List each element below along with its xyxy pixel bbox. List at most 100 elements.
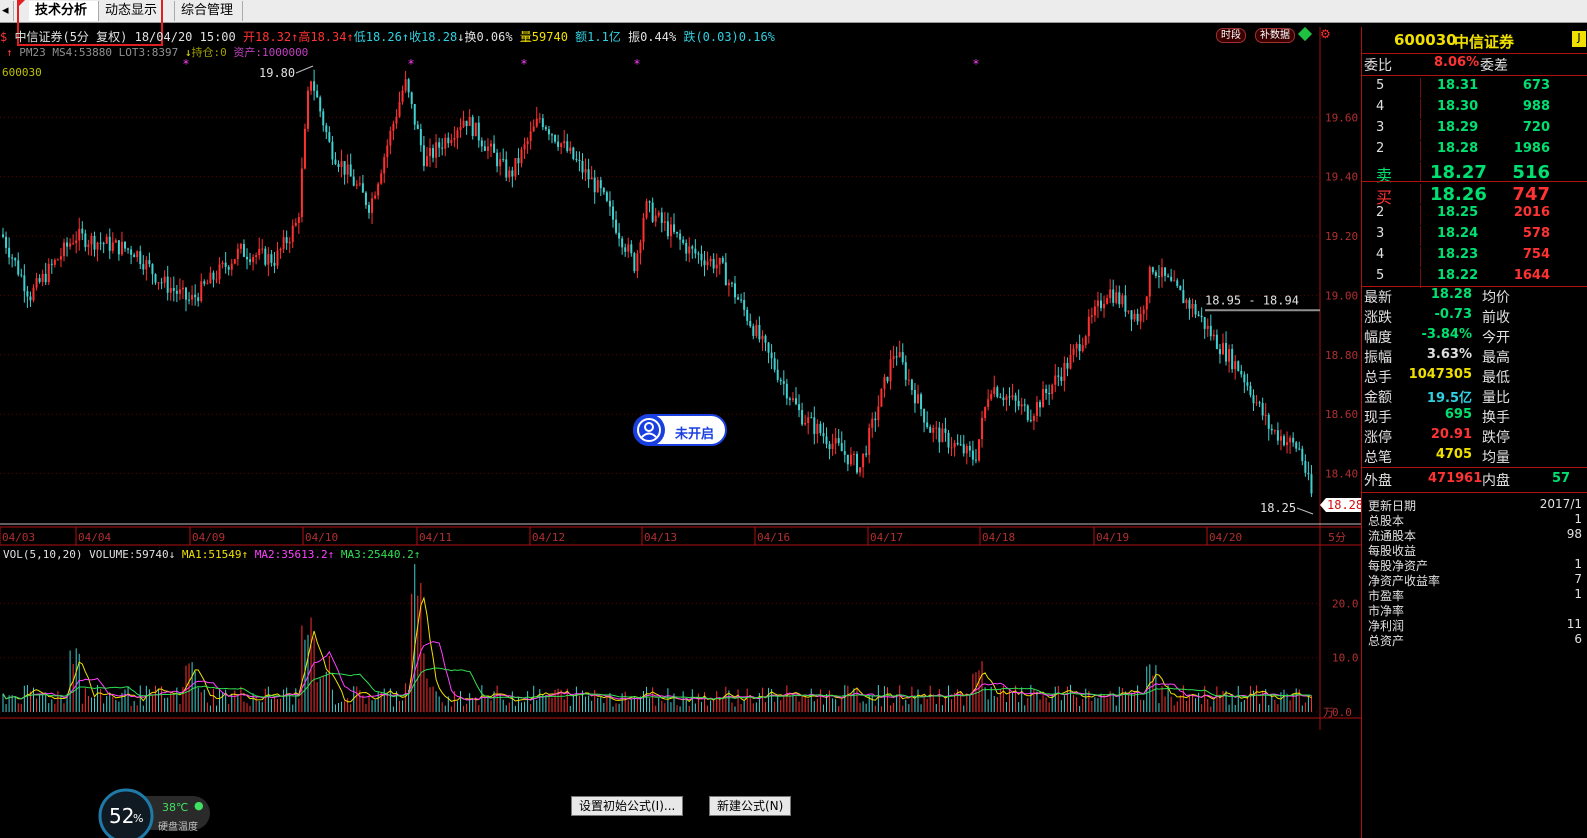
vol-series-value: 59740 xyxy=(135,548,169,561)
candle-body xyxy=(520,149,523,164)
candle-body xyxy=(535,118,538,127)
candle-body xyxy=(791,398,794,400)
candle-body xyxy=(358,183,361,185)
candle-body xyxy=(69,243,72,247)
candle-body xyxy=(938,427,941,443)
stat-row: 总手 1047305 最低 xyxy=(1362,367,1587,387)
candle-body xyxy=(660,212,663,223)
candle-body xyxy=(968,445,971,451)
cpu-value: 52 xyxy=(109,804,135,828)
buy-price: 18.24 xyxy=(1437,226,1479,241)
buy-row[interactable]: 买 18.26 747 xyxy=(1362,184,1587,207)
candle-body xyxy=(313,81,316,91)
candle-body xyxy=(249,259,252,262)
candle-body xyxy=(953,442,956,448)
candle-body xyxy=(764,335,767,343)
buy-row[interactable]: 4 18.23 754 xyxy=(1362,247,1587,267)
candle-body xyxy=(99,242,102,244)
candle-body xyxy=(825,436,828,445)
not-opened-badge[interactable]: 未开启 xyxy=(633,414,727,446)
candle-body xyxy=(1151,267,1154,273)
finance-value: 1 xyxy=(1574,557,1582,571)
candle-body xyxy=(737,297,740,300)
candle-body xyxy=(1197,314,1200,316)
candle-body xyxy=(724,262,727,286)
candle-body xyxy=(203,281,206,284)
candle-body xyxy=(645,201,648,218)
finance-label: 总资产 xyxy=(1368,634,1405,648)
candle-body xyxy=(239,244,242,249)
candle-body xyxy=(181,287,184,290)
candle-body xyxy=(734,283,736,298)
buy-row[interactable]: 2 18.25 2016 xyxy=(1362,205,1587,225)
candle-body xyxy=(41,273,44,282)
candle-body xyxy=(624,247,627,252)
finance-label: 更新日期 xyxy=(1368,499,1417,513)
candle-body xyxy=(1289,437,1292,443)
stat-label: 涨停 xyxy=(1364,430,1392,446)
candle-body xyxy=(148,260,151,265)
candle-body xyxy=(837,438,840,444)
candle-body xyxy=(486,146,489,151)
candle-body xyxy=(1093,306,1096,316)
candle-body xyxy=(1170,276,1173,281)
candle-body xyxy=(1270,428,1273,431)
finance-value: 1 xyxy=(1574,587,1582,601)
sell-level: 2 xyxy=(1376,141,1385,156)
sell-row[interactable]: 卖 18.27 516 xyxy=(1362,162,1587,185)
leaf-icon: ● xyxy=(194,799,204,812)
candle-body xyxy=(615,219,618,233)
new-formula-button[interactable]: 新建公式(N) xyxy=(709,796,792,816)
candle-body xyxy=(795,398,797,405)
candle-body xyxy=(1005,396,1008,400)
candle-body xyxy=(767,342,770,353)
sell-row[interactable]: 4 18.30 988 xyxy=(1362,99,1587,119)
sell-row[interactable]: 3 18.29 720 xyxy=(1362,120,1587,140)
candle-body xyxy=(706,261,709,266)
x-tick-label: 04/10 xyxy=(305,531,338,544)
candle-body xyxy=(14,258,17,261)
buy-price: 18.25 xyxy=(1437,205,1479,220)
panel-divider xyxy=(1361,27,1362,838)
candle-body xyxy=(901,352,904,363)
candle-body xyxy=(996,387,999,397)
candle-body xyxy=(438,142,441,148)
candle-body xyxy=(87,244,90,248)
candle-body xyxy=(883,376,886,389)
candle-body xyxy=(697,253,700,255)
candle-body xyxy=(462,120,465,127)
sell-row[interactable]: 2 18.28 1986 xyxy=(1362,141,1587,161)
last-price-label: 18.28 xyxy=(1327,498,1361,512)
candle-body xyxy=(1121,295,1124,305)
y-tick-label: 19.40 xyxy=(1325,171,1358,184)
candle-body xyxy=(1112,289,1115,303)
buy-row[interactable]: 3 18.24 578 xyxy=(1362,226,1587,246)
candle-body xyxy=(666,221,669,237)
candle-body xyxy=(1279,436,1282,441)
candle-body xyxy=(194,294,197,298)
candle-body xyxy=(1276,430,1279,441)
candle-body xyxy=(215,279,218,281)
buy-orders: 买 18.26 747 2 18.25 2016 3 18.24 578 4 18.23 754 5 18… xyxy=(1362,181,1587,288)
arrow-up-icon: ↑ xyxy=(413,548,421,561)
low-pointer xyxy=(1296,507,1314,515)
candle-body xyxy=(160,282,163,284)
column-divider xyxy=(1420,99,1421,119)
candle-body xyxy=(1191,304,1194,309)
candle-body xyxy=(1307,472,1310,475)
stock-info-icon[interactable]: J xyxy=(1572,31,1586,47)
candle-body xyxy=(310,81,313,91)
candle-body xyxy=(752,326,755,336)
candle-body xyxy=(965,445,968,454)
x-tick-label: 04/03 xyxy=(2,531,35,544)
set-initial-formula-button[interactable]: 设置初始公式(I)... xyxy=(571,796,684,816)
candle-body xyxy=(685,242,688,254)
price-line-label: 18.95 - 18.94 xyxy=(1205,293,1299,307)
column-divider xyxy=(1420,184,1421,204)
sell-row[interactable]: 5 18.31 673 xyxy=(1362,78,1587,98)
candle-body xyxy=(1304,461,1307,473)
buy-row[interactable]: 5 18.22 1644 xyxy=(1362,268,1587,288)
candle-body xyxy=(1039,401,1041,408)
candle-body xyxy=(1225,343,1228,362)
candle-body xyxy=(224,262,227,267)
